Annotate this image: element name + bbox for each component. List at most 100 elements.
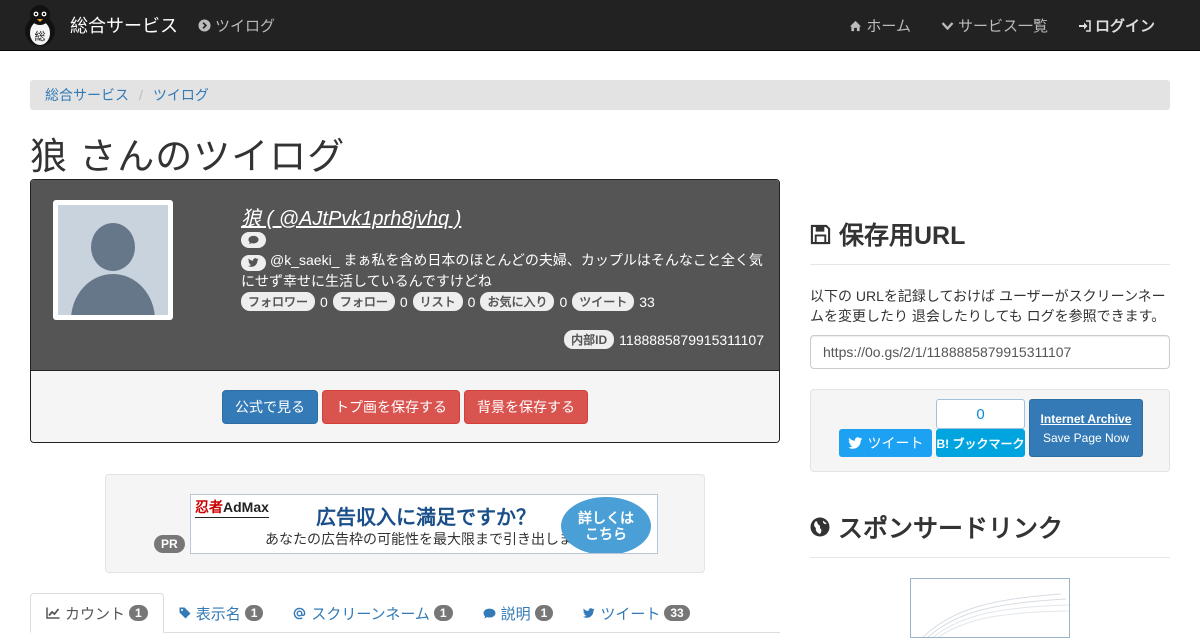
save-profile-image-button[interactable]: トプ画を保存する (322, 390, 460, 424)
comment-icon (483, 608, 496, 619)
save-url-title: 保存用URL (839, 222, 966, 250)
stat-tweets-value: 33 (639, 293, 655, 310)
penguin-logo-icon: 総 (25, 5, 55, 46)
twitter-icon (241, 254, 266, 271)
stat-followers-label: フォロワー (241, 292, 316, 311)
at-icon (293, 607, 306, 620)
tab-description-badge: 1 (534, 605, 554, 621)
default-avatar-icon (58, 205, 168, 315)
home-icon (849, 20, 862, 32)
tag-icon (179, 607, 191, 619)
profile-name-link[interactable]: 狼 ( @AJtPvk1prh8jvhq ) (241, 202, 461, 231)
svg-text:総: 総 (35, 29, 46, 43)
tab-count[interactable]: カウント 1 (30, 593, 164, 633)
breadcrumb-separator: / (139, 87, 143, 103)
sign-in-icon (1078, 19, 1091, 32)
stat-favorites-value: 0 (559, 293, 568, 310)
internal-id: 内部ID 1188885879915311107 (564, 330, 764, 349)
avatar[interactable] (53, 200, 173, 320)
breadcrumb-current-link[interactable]: ツイログ (153, 85, 209, 105)
tab-display-name[interactable]: 表示名 1 (164, 593, 279, 633)
brand-text: 総合サービス (70, 16, 178, 36)
nav-tweetlog-label: ツイログ (215, 18, 276, 35)
ad-cta-line1: 詳しくは (578, 510, 634, 526)
save-background-button[interactable]: 背景を保存する (464, 390, 588, 424)
comment-icon (241, 232, 266, 248)
pr-badge: PR (154, 535, 185, 553)
ad-subtext: あなたの広告枠の可能性を最大限まで引き出します (265, 531, 587, 547)
stat-lists-value: 0 (467, 293, 476, 310)
internet-archive-title: Internet Archive (1040, 411, 1132, 426)
floppy-disk-icon (810, 224, 831, 245)
profile-actions: 公式で見る トプ画を保存する 背景を保存する (31, 370, 779, 442)
profile-description: @k_saeki_ まぁ私を含め日本のほとんどの夫婦、カップルはそんなこと全く気… (241, 250, 771, 292)
tweet-share-button[interactable]: ツイート (839, 429, 932, 457)
line-chart-icon (46, 607, 60, 619)
ad-brand-main: AdMax (223, 499, 269, 515)
ad-cta: 詳しくは こちら (561, 497, 651, 553)
nav-home-link[interactable]: ホーム (849, 15, 911, 36)
ad-brand-prefix: 忍者 (195, 499, 223, 515)
save-url-description: 以下の URLを記録しておけば ユーザーがスクリーンネームを変更したり 退会した… (810, 288, 1166, 324)
hatena-bookmark-count: 0 (936, 399, 1025, 429)
tab-description-label: 説明 (500, 605, 531, 623)
brand-link[interactable]: 総 総合サービス (20, 2, 178, 48)
tab-screen-name-label: スクリーンネーム (311, 605, 430, 623)
tab-count-badge: 1 (129, 605, 148, 621)
hatena-bookmark-button[interactable]: B! ブックマーク (936, 429, 1025, 457)
tabs: カウント 1 表示名 1 スクリーンネーム 1 説明 1 ツイート 33 (30, 593, 780, 633)
tab-display-name-badge: 1 (244, 605, 264, 621)
view-official-button[interactable]: 公式で見る (222, 390, 318, 424)
nav-tweetlog-link[interactable]: ツイログ (198, 15, 275, 36)
sponsored-ad-frame[interactable] (910, 578, 1070, 638)
globe-icon (810, 517, 830, 537)
chevron-down-icon (941, 21, 954, 31)
nav-services-label: サービス一覧 (957, 18, 1048, 35)
tab-tweets-badge: 33 (664, 605, 690, 621)
internal-id-value: 1188885879915311107 (619, 331, 764, 348)
stat-following-label: フォロー (332, 292, 395, 311)
nav-login-label: ログイン (1094, 18, 1155, 35)
ad-box: PR 忍者AdMax 広告収入に満足ですか？ あなたの広告枠の可能性を最大限まで… (105, 474, 705, 573)
twitter-icon (583, 608, 595, 618)
breadcrumb-root-link[interactable]: 総合サービス (45, 85, 129, 105)
tab-display-name-label: 表示名 (195, 605, 241, 623)
stat-favorites-label: お気に入り (480, 292, 555, 311)
nav-home-label: ホーム (866, 18, 911, 35)
chevron-circle-right-icon (198, 19, 211, 32)
internal-id-label: 内部ID (564, 330, 615, 349)
ad-headline: 広告収入に満足ですか？ (316, 507, 536, 529)
tab-screen-name[interactable]: スクリーンネーム 1 (278, 593, 467, 633)
tab-tweets-label: ツイート (600, 605, 661, 623)
save-url-heading: 保存用URL (810, 216, 965, 252)
divider (810, 557, 1170, 558)
sponsored-title: スポンサードリンク (838, 515, 1064, 543)
internet-archive-subtitle: Save Page Now (1042, 430, 1130, 445)
ad-swoosh-graphic (922, 593, 1069, 637)
ad-brand: 忍者AdMax (195, 497, 269, 518)
profile-header: 狼 ( @AJtPvk1prh8jvhq ) @k_saeki_ まぁ私を含め日… (31, 180, 779, 370)
twitter-icon (847, 437, 863, 449)
sponsored-heading: スポンサードリンク (810, 509, 1063, 545)
ad-cta-line2: こちら (585, 526, 627, 542)
tab-description[interactable]: 説明 1 (468, 593, 569, 633)
tab-screen-name-badge: 1 (433, 605, 453, 621)
divider (810, 264, 1170, 265)
profile-stats: フォロワー 0 フォロー 0 リスト 0 お気に入り 0 ツイート 33 (241, 292, 660, 311)
navbar: 総 総合サービス ツイログ ホーム サービス一覧 ログイン (0, 0, 1200, 51)
page-title: 狼 さんのツイログ (30, 136, 346, 177)
share-buttons: ツイート 0 B! ブックマーク Internet Archive Save P… (810, 389, 1170, 472)
profile-card: 狼 ( @AJtPvk1prh8jvhq ) @k_saeki_ まぁ私を含め日… (30, 179, 780, 443)
stat-tweets-label: ツイート (572, 292, 635, 311)
nav-login-link[interactable]: ログイン (1078, 15, 1155, 36)
tab-tweets[interactable]: ツイート 33 (568, 593, 704, 633)
saved-url-field[interactable] (810, 335, 1170, 369)
tab-count-label: カウント (65, 605, 126, 623)
ad-banner[interactable]: 忍者AdMax 広告収入に満足ですか？ あなたの広告枠の可能性を最大限まで引き出… (190, 494, 658, 554)
stat-lists-label: リスト (412, 292, 463, 311)
breadcrumb: 総合サービス / ツイログ (30, 80, 1170, 110)
nav-services-link[interactable]: サービス一覧 (941, 15, 1048, 36)
stat-followers-value: 0 (320, 293, 328, 310)
internet-archive-button[interactable]: Internet Archive Save Page Now (1029, 399, 1143, 457)
tweet-share-label: ツイート (867, 435, 924, 451)
